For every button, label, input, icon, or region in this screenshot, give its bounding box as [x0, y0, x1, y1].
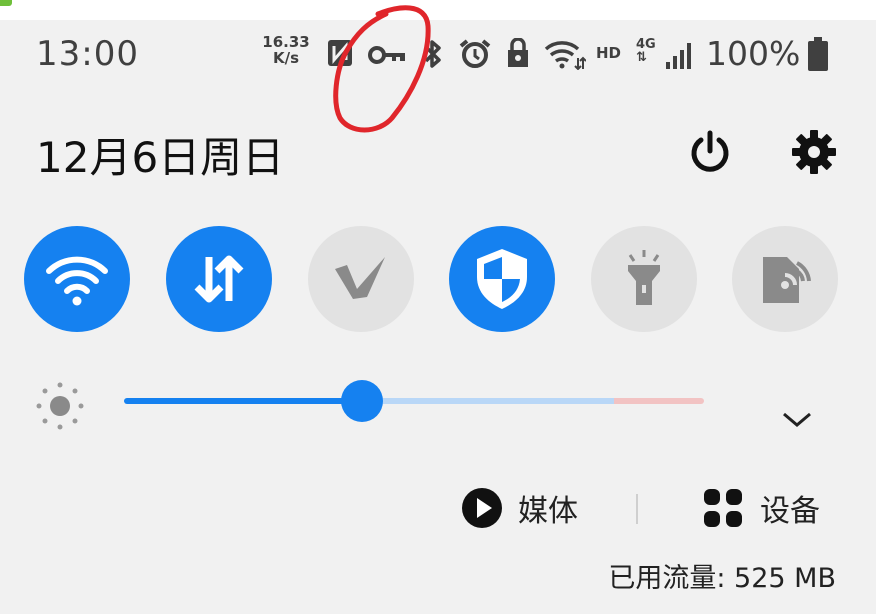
data-usage: 已用流量: 525 MB [608, 563, 836, 594]
media-button[interactable]: 媒体 [460, 480, 578, 536]
mobile-data-icon [194, 255, 244, 303]
brightness-remaining [362, 398, 614, 404]
wifi-icon [544, 41, 586, 70]
quick-tiles [0, 226, 876, 336]
network-speed: 16.33 K/s [258, 34, 314, 66]
divider [636, 494, 638, 524]
media-label: 媒体 [518, 494, 578, 529]
brightness-icon [36, 382, 84, 430]
clock: 13:00 [36, 34, 139, 74]
mobile-data-icon: 4G ⇅ [636, 38, 656, 64]
wifi-icon [46, 256, 108, 306]
nfc-tag-icon [763, 257, 811, 303]
top-strip [0, 0, 876, 20]
status-dot [0, 0, 12, 6]
tile-vpn[interactable] [308, 226, 414, 332]
battery-percent: 100% [706, 34, 801, 73]
brightness-fill [124, 398, 362, 404]
brightness-high-zone [614, 398, 704, 404]
vpn-v-icon [335, 257, 385, 299]
devices-button[interactable]: 设备 [702, 480, 820, 536]
battery-icon [808, 37, 828, 71]
brightness-row [0, 374, 876, 434]
tile-nfc[interactable] [732, 226, 838, 332]
play-icon [462, 488, 502, 528]
flashlight-icon [628, 250, 660, 305]
nfc-icon [328, 40, 352, 66]
date-label: 12月6日周日 [36, 133, 285, 182]
power-icon [691, 130, 729, 172]
power-button[interactable] [682, 124, 738, 180]
tile-flashlight[interactable] [591, 226, 697, 332]
data-arrows-icon: ⇅ [636, 50, 647, 65]
secure-folder-icon [508, 38, 528, 67]
devices-grid-icon [704, 489, 742, 527]
speed-value: 16.33 [262, 33, 310, 51]
status-bar: 13:00 16.33 K/s HD 4G ⇅ 100% [0, 20, 876, 90]
chevron-down-icon[interactable] [780, 408, 814, 430]
signal-icon [666, 43, 691, 69]
tile-wifi[interactable] [24, 226, 130, 332]
tile-mobile-data[interactable] [166, 226, 272, 332]
gear-icon [792, 130, 836, 174]
quick-settings-panel: 13:00 16.33 K/s HD 4G ⇅ 100% 12月6日周日 媒体 … [0, 20, 876, 614]
bluetooth-icon [424, 40, 441, 68]
alarm-icon [459, 39, 491, 68]
shield-icon [477, 249, 527, 309]
devices-label: 设备 [760, 494, 820, 529]
speed-unit: K/s [272, 49, 300, 67]
settings-button[interactable] [786, 124, 842, 180]
vpn-key-icon [368, 46, 405, 64]
brightness-slider[interactable] [124, 398, 704, 404]
tile-secure[interactable] [449, 226, 555, 332]
media-device-row: 媒体 设备 [0, 480, 876, 536]
hd-icon: HD [596, 44, 622, 62]
brightness-thumb[interactable] [341, 380, 383, 422]
